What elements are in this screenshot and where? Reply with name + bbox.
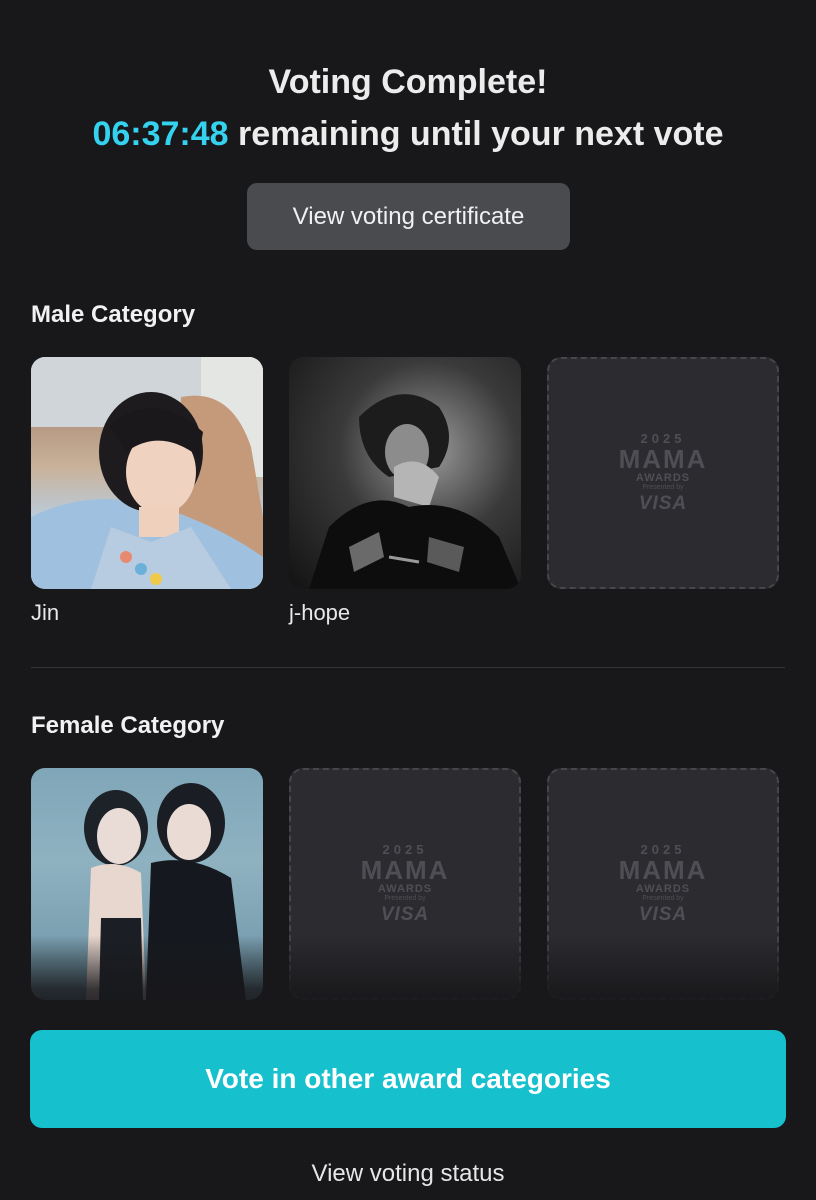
voting-complete-screen: Voting Complete! 06:37:48 remaining unti… (0, 0, 816, 1200)
empty-nominee-slot[interactable]: 2025 MAMA AWARDS Presented by VISA (547, 357, 779, 589)
nominee-card-jin[interactable] (31, 357, 263, 589)
nominee-name: j-hope (289, 600, 351, 625)
nominee-photo (289, 357, 521, 589)
mama-awards-logo: 2025 MAMA AWARDS Presented by VISA (618, 842, 708, 925)
vote-other-categories-button[interactable]: Vote in other award categories (30, 1030, 786, 1128)
section-divider (31, 667, 785, 668)
header: Voting Complete! 06:37:48 remaining unti… (0, 58, 816, 158)
nominee-photo (31, 357, 263, 589)
nominee-photo (31, 768, 263, 1000)
mama-awards-logo: 2025 MAMA AWARDS Presented by VISA (360, 842, 450, 925)
nominee-name: Jin (31, 600, 60, 625)
empty-nominee-slot[interactable]: 2025 MAMA AWARDS Presented by VISA (547, 768, 779, 1000)
countdown-timer: 06:37:48 (92, 115, 229, 153)
page-title: Voting Complete! (268, 63, 548, 101)
view-voting-status-link[interactable]: View voting status (0, 1160, 816, 1188)
countdown-suffix: remaining until your next vote (228, 115, 724, 153)
nominee-card-j-hope[interactable] (289, 357, 521, 589)
male-category-title: Male Category (31, 301, 196, 328)
mama-awards-logo: 2025 MAMA AWARDS Presented by VISA (618, 431, 708, 514)
empty-nominee-slot[interactable]: 2025 MAMA AWARDS Presented by VISA (289, 768, 521, 1000)
view-certificate-button[interactable]: View voting certificate (247, 183, 570, 250)
countdown-line: 06:37:48 remaining until your next vote (0, 110, 816, 158)
female-category-title: Female Category (31, 712, 225, 739)
nominee-card-female[interactable] (31, 768, 263, 1000)
